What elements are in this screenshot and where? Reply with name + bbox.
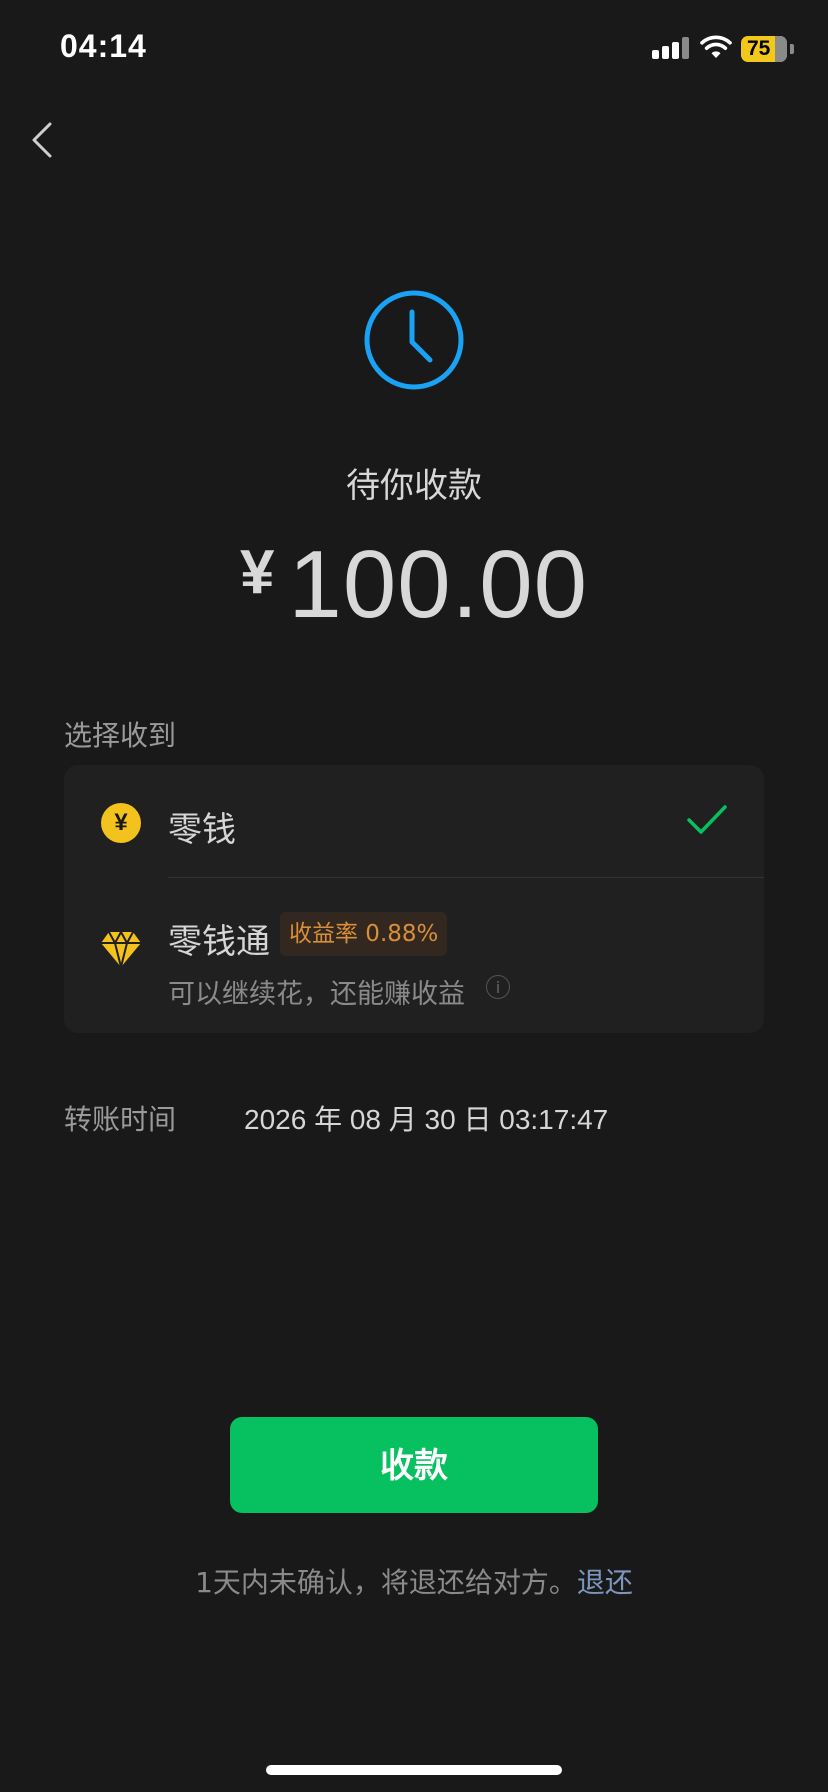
transfer-time-label: 转账时间 xyxy=(64,1103,177,1136)
option-lingqiantong[interactable]: 零钱通 收益率 0.88% 可以继续花，还能赚收益 i xyxy=(64,878,764,1033)
transfer-time-value: 2026 年 08 月 30 日 03:17:47 xyxy=(244,1104,609,1135)
signal-icon xyxy=(652,37,689,59)
info-icon[interactable]: i xyxy=(486,975,510,999)
amount: ¥100.00 xyxy=(0,530,828,640)
yield-rate-badge: 收益率 0.88% xyxy=(280,912,448,956)
clock-icon xyxy=(364,290,464,390)
status-time: 04:14 xyxy=(60,28,147,64)
wifi-icon xyxy=(700,35,732,58)
receive-to-label: 选择收到 xyxy=(64,719,177,752)
yuan-coin-icon: ¥ xyxy=(101,803,141,843)
option-lingqiantong-label: 零钱通 xyxy=(168,922,270,962)
refund-notice: 1天内未确认，将退还给对方。退还 xyxy=(0,1561,828,1601)
battery-level: 75 xyxy=(747,37,771,60)
home-indicator[interactable] xyxy=(266,1765,562,1775)
checkmark-icon xyxy=(687,805,727,834)
currency-symbol: ¥ xyxy=(239,538,275,607)
amount-value: 100.00 xyxy=(288,531,589,638)
battery-cap xyxy=(790,44,794,54)
diamond-icon xyxy=(101,931,141,968)
option-lingqiantong-subtitle: 可以继续花，还能赚收益 xyxy=(168,979,465,1010)
refund-notice-text: 1天内未确认，将退还给对方。 xyxy=(195,1566,577,1599)
chevron-left-icon[interactable] xyxy=(28,118,58,162)
option-change[interactable]: ¥ 零钱 xyxy=(64,765,764,878)
page-title: 待你收款 xyxy=(346,466,482,506)
refund-link[interactable]: 退还 xyxy=(577,1566,633,1599)
receive-button[interactable]: 收款 xyxy=(230,1417,598,1513)
option-change-label: 零钱 xyxy=(168,810,236,850)
battery-icon: 75 xyxy=(741,36,787,62)
receive-options-card: ¥ 零钱 零钱通 收益率 0.88% 可以继续花，还能赚收益 i xyxy=(64,765,764,1033)
